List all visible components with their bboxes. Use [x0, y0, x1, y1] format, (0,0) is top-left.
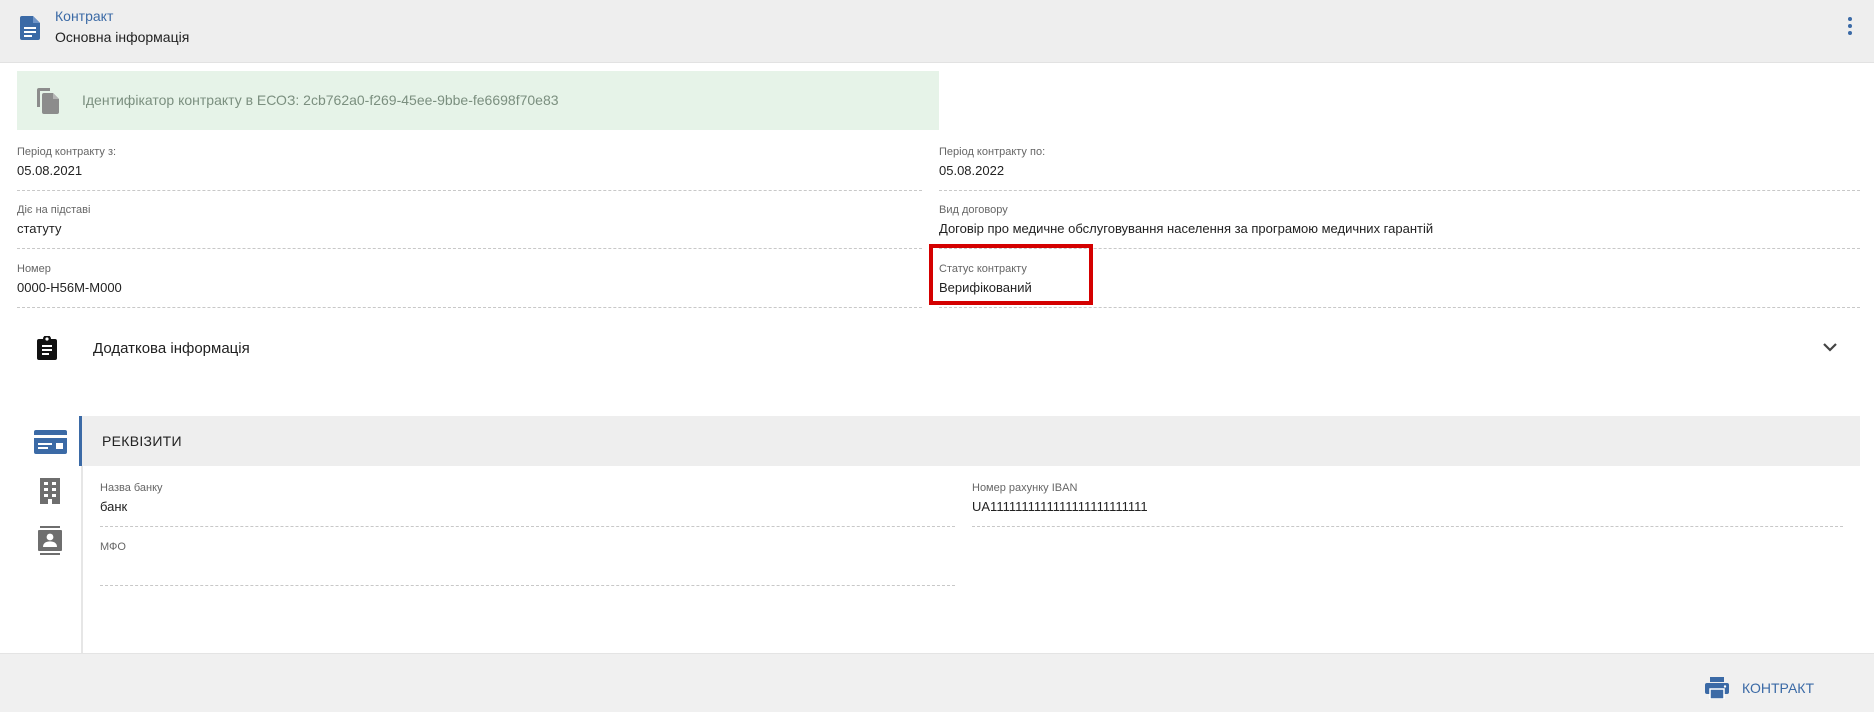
ehealth-id-text: Ідентифікатор контракту в ЕСОЗ: 2cb762a0… [82, 92, 559, 108]
chevron-down-icon[interactable] [1822, 341, 1838, 353]
ehealth-id-banner: Ідентифікатор контракту в ЕСОЗ: 2cb762a0… [17, 71, 939, 130]
field-value: 05.08.2021 [17, 163, 83, 178]
print-contract-button[interactable]: КОНТРАКТ [1705, 677, 1840, 699]
field-period-to: Період контракту по: 05.08.2022 [939, 140, 1860, 191]
field-value: 05.08.2022 [939, 163, 1005, 178]
field-label: Вид договору [939, 204, 1008, 216]
credit-card-icon[interactable] [34, 430, 67, 454]
page-header: Контракт Основна інформація [0, 0, 1874, 63]
field-contract-status: Статус контракту Верифікований [939, 257, 1860, 308]
more-vert-icon[interactable] [1846, 17, 1854, 39]
additional-info-expander[interactable]: Додаткова інформація [0, 325, 1860, 373]
field-bank-name: Назва банку банк [100, 476, 955, 527]
field-value: Договір про медичне обслуговування насел… [939, 221, 1434, 236]
field-label: Період контракту по: [939, 146, 1046, 158]
print-contract-label: КОНТРАКТ [1742, 680, 1814, 696]
field-label: Статус контракту [939, 263, 1027, 275]
field-value: UA1111111111111111111111111 [972, 499, 1148, 514]
document-icon [20, 16, 40, 40]
building-icon[interactable] [40, 478, 60, 504]
field-value: 0000-H56M-M000 [17, 280, 122, 295]
requisites-section-header: РЕКВІЗИТИ [79, 416, 1860, 466]
field-value: Верифікований [939, 280, 1032, 295]
printer-icon [1705, 677, 1729, 699]
field-value: статуту [17, 221, 62, 236]
field-label: Період контракту з: [17, 146, 117, 158]
field-number: Номер 0000-H56M-M000 [17, 257, 922, 308]
field-contract-type: Вид договору Договір про медичне обслуго… [939, 198, 1860, 249]
page-subtitle: Основна інформація [55, 29, 190, 45]
field-value: банк [100, 499, 128, 514]
section-divider [81, 466, 83, 653]
breadcrumb-contract[interactable]: Контракт [55, 8, 113, 24]
page-footer: КОНТРАКТ [0, 653, 1874, 712]
field-label: Діє на підставі [17, 204, 91, 216]
field-label: МФО [100, 541, 126, 553]
additional-info-title: Додаткова інформація [93, 340, 250, 357]
copy-icon[interactable] [36, 88, 60, 114]
requisites-title: РЕКВІЗИТИ [102, 433, 182, 449]
field-label: Номер рахунку IBAN [972, 482, 1078, 494]
field-label: Номер [17, 263, 51, 275]
field-iban: Номер рахунку IBAN UA1111111111111111111… [972, 476, 1843, 527]
field-basis: Діє на підставі статуту [17, 198, 922, 249]
field-mfo: МФО [100, 535, 955, 586]
clipboard-icon [37, 336, 57, 360]
field-period-from: Період контракту з: 05.08.2021 [17, 140, 922, 191]
contact-card-icon[interactable] [38, 526, 62, 555]
field-label: Назва банку [100, 482, 163, 494]
